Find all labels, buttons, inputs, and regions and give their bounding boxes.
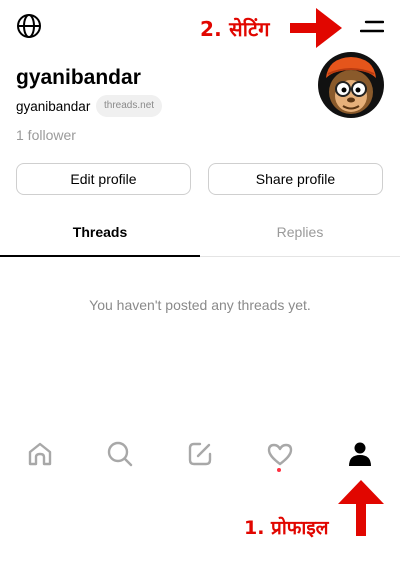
tab-replies[interactable]: Replies	[200, 224, 400, 240]
arrow-up-annotation-icon	[338, 480, 384, 536]
profile-icon[interactable]	[346, 440, 374, 468]
compose-icon[interactable]	[186, 440, 214, 468]
globe-icon[interactable]	[16, 13, 42, 39]
followers-count[interactable]: 1 follower	[16, 127, 76, 143]
avatar[interactable]	[318, 52, 384, 118]
empty-state-message: You haven't posted any threads yet.	[89, 297, 311, 313]
arrow-right-annotation-icon	[290, 8, 342, 48]
menu-icon[interactable]	[360, 15, 384, 37]
home-icon[interactable]	[26, 440, 54, 468]
profile-annotation: 1. प्रोफाइल	[244, 517, 329, 539]
edit-profile-button[interactable]: Edit profile	[16, 163, 191, 195]
settings-annotation: 2. सेटिंग	[200, 17, 270, 41]
domain-badge[interactable]: threads.net	[96, 95, 163, 117]
notification-dot	[277, 468, 281, 472]
search-icon[interactable]	[106, 440, 134, 468]
tab-threads[interactable]: Threads	[0, 224, 200, 240]
tab-active-indicator	[0, 255, 200, 257]
share-profile-button[interactable]: Share profile	[208, 163, 383, 195]
heart-icon[interactable]	[266, 440, 294, 468]
profile-handle: gyanibandar	[16, 99, 91, 114]
profile-username: gyanibandar	[16, 66, 141, 89]
